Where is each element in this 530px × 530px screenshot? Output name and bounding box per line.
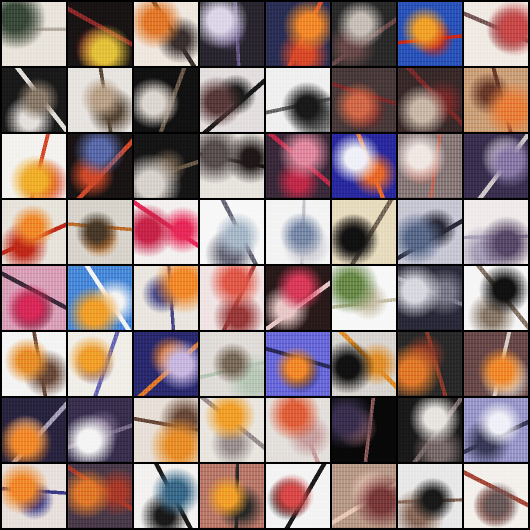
image-tile [200, 200, 264, 264]
image-tile [68, 266, 132, 330]
image-tile [398, 332, 462, 396]
image-tile [2, 332, 66, 396]
image-tile [68, 464, 132, 528]
image-tile [2, 68, 66, 132]
image-tile [200, 266, 264, 330]
image-tile [68, 332, 132, 396]
image-tile [464, 266, 528, 330]
image-tile [266, 398, 330, 462]
image-tile [134, 134, 198, 198]
image-tile [464, 200, 528, 264]
image-tile [332, 200, 396, 264]
image-tile [398, 398, 462, 462]
image-tile [464, 398, 528, 462]
image-tile [68, 134, 132, 198]
image-tile [134, 398, 198, 462]
image-tile [398, 200, 462, 264]
image-tile [266, 68, 330, 132]
image-tile [134, 68, 198, 132]
image-tile [464, 134, 528, 198]
image-tile [68, 2, 132, 66]
image-tile [2, 200, 66, 264]
image-tile [2, 134, 66, 198]
image-tile [266, 266, 330, 330]
image-tile [68, 200, 132, 264]
image-tile [464, 68, 528, 132]
image-tile [68, 68, 132, 132]
image-tile [398, 266, 462, 330]
image-tile [464, 2, 528, 66]
image-tile [2, 398, 66, 462]
image-tile [134, 266, 198, 330]
image-tile [266, 332, 330, 396]
image-tile [398, 134, 462, 198]
image-tile [332, 266, 396, 330]
image-tile [464, 464, 528, 528]
image-tile [332, 134, 396, 198]
image-tile [398, 2, 462, 66]
image-tile [200, 398, 264, 462]
image-tile [332, 464, 396, 528]
image-tile [200, 2, 264, 66]
image-tile [398, 68, 462, 132]
image-tile [134, 464, 198, 528]
image-tile [2, 2, 66, 66]
image-tile [200, 134, 264, 198]
image-tile [332, 398, 396, 462]
image-tile [266, 2, 330, 66]
image-tile [398, 464, 462, 528]
image-tile [200, 332, 264, 396]
image-tile [266, 134, 330, 198]
image-tile [332, 332, 396, 396]
image-tile [332, 68, 396, 132]
image-tile [266, 200, 330, 264]
image-sample-grid [0, 0, 530, 530]
image-tile [2, 266, 66, 330]
image-tile [134, 332, 198, 396]
image-tile [200, 464, 264, 528]
image-tile [464, 332, 528, 396]
image-tile [134, 2, 198, 66]
image-tile [134, 200, 198, 264]
image-tile [200, 68, 264, 132]
image-tile [266, 464, 330, 528]
image-tile [332, 2, 396, 66]
image-tile [2, 464, 66, 528]
image-tile [68, 398, 132, 462]
